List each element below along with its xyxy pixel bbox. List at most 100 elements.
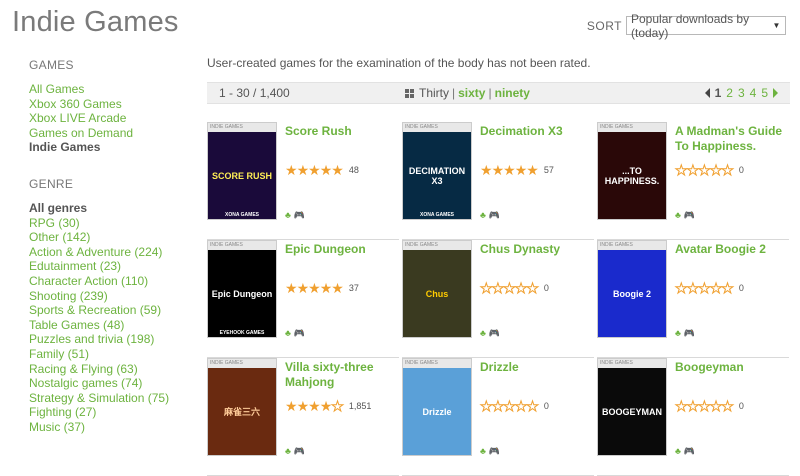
cover-art-text: Boogie 2 [612, 288, 651, 299]
sidebar-genre-item[interactable]: Family (51) [29, 347, 199, 362]
cover-publisher: EYEHOOK GAMES [219, 330, 265, 336]
sidebar-genre-item[interactable]: Edutainment (23) [29, 259, 199, 274]
platform-icons: ♣ 🎮 [480, 446, 500, 457]
cover-art-text: ...TO HAPPINESS. [604, 165, 660, 186]
pagination: 12345 [704, 86, 778, 100]
star-rating-icon: ★★★★★ [285, 280, 344, 296]
rating: ★★★★★ 1,851 [285, 398, 372, 414]
game-title-link[interactable]: Drizzle [480, 360, 592, 375]
sidebar-genre-item[interactable]: Music (37) [29, 420, 199, 435]
sidebar-games-item[interactable]: Xbox LIVE Arcade [29, 111, 199, 126]
cover-publisher: XONA GAMES [225, 212, 259, 218]
cover-publisher: XONA GAMES [420, 212, 454, 218]
game-cover[interactable]: INDIE GAMES 麻雀三六 [207, 358, 277, 456]
sidebar-games-item[interactable]: All Games [29, 82, 199, 97]
next-page-icon[interactable] [773, 88, 778, 98]
game-cover[interactable]: INDIE GAMES DECIMATION X3 XONA GAMES [402, 122, 472, 220]
sort-area: SORT Popular downloads by (today) ▼ [587, 12, 786, 40]
sidebar-genre-item[interactable]: Character Action (110) [29, 274, 199, 289]
cover-strip: INDIE GAMES [598, 123, 666, 132]
cover-art-text: 麻雀三六 [223, 407, 260, 417]
game-cover[interactable]: INDIE GAMES Boogie 2 [597, 240, 667, 338]
platform-icons: ♣ 🎮 [480, 210, 500, 221]
sidebar-genre-item[interactable]: Strategy & Simulation (75) [29, 391, 199, 406]
rating-count: 0 [738, 165, 744, 175]
sort-value: Popular downloads by (today) [631, 11, 750, 40]
view-sixty-link[interactable]: sixty [458, 86, 485, 100]
sidebar-genre-item[interactable]: All genres [29, 201, 199, 216]
page-link[interactable]: 4 [750, 86, 757, 100]
sidebar-games-item[interactable]: Games on Demand [29, 126, 199, 141]
game-title-link[interactable]: Boogeyman [675, 360, 787, 375]
star-rating-icon: ★★★★★ [285, 162, 344, 178]
game-tile: INDIE GAMES Epic Dungeon EYEHOOK GAMES Epic… [207, 240, 399, 358]
controller-icon: 🎮 [488, 328, 501, 338]
page-link[interactable]: 5 [761, 86, 768, 100]
sidebar-games-item[interactable]: Indie Games [29, 140, 199, 155]
game-cover[interactable]: INDIE GAMES Chus [402, 240, 472, 338]
platform-icons: ♣ 🎮 [285, 446, 305, 457]
cover-strip: INDIE GAMES [208, 359, 276, 368]
view-thirty: Thirty [419, 86, 449, 100]
game-tile: INDIE GAMES Chus Chus Dynasty ★★★★★ 0 ♣ 🎮 [402, 240, 594, 358]
view-ninety-link[interactable]: ninety [495, 86, 530, 100]
sidebar-genre-item[interactable]: Shooting (239) [29, 289, 199, 304]
avatar-icon: ♣ [480, 446, 486, 456]
sort-dropdown[interactable]: Popular downloads by (today) ▼ [626, 12, 786, 40]
rating: ★★★★★ 0 [675, 163, 744, 178]
platform-icons: ♣ 🎮 [480, 328, 500, 339]
controller-icon: 🎮 [488, 210, 501, 220]
rating: ★★★★★ 48 [285, 163, 359, 177]
cover-art-text: Chus [425, 288, 449, 299]
page-link[interactable]: 3 [738, 86, 745, 100]
cover-strip: INDIE GAMES [403, 123, 471, 132]
avatar-icon: ♣ [675, 446, 681, 456]
sidebar-genre-item[interactable]: Fighting (27) [29, 405, 199, 420]
chevron-down-icon: ▼ [772, 21, 781, 30]
prev-page-icon[interactable] [704, 88, 710, 98]
rating: ★★★★★ 0 [675, 280, 744, 296]
page-link[interactable]: 2 [726, 86, 733, 100]
game-title-link[interactable]: A Madman's Guide To Happiness. [675, 124, 787, 154]
game-cover[interactable]: INDIE GAMES SCORE RUSH XONA GAMES [207, 122, 277, 220]
game-title-link[interactable]: Villa sixty-three Mahjong [285, 360, 397, 390]
star-rating-icon: ★★★★★ [675, 280, 735, 296]
rating: ★★★★★ 37 [285, 281, 359, 295]
game-cover[interactable]: INDIE GAMES ...TO HAPPINESS. [597, 122, 667, 220]
games-heading: GAMES [29, 58, 74, 72]
cover-strip: INDIE GAMES [598, 359, 666, 368]
avatar-icon: ♣ [675, 328, 681, 338]
game-tile: INDIE GAMES 麻雀三六 Villa sixty-three Mahjong… [207, 358, 399, 476]
sidebar-genre-item[interactable]: Racing & Flying (63) [29, 362, 199, 377]
sidebar-genre-item[interactable]: Other (142) [29, 230, 199, 245]
sidebar-genre-item[interactable]: Nostalgic games (74) [29, 376, 199, 391]
game-title-link[interactable]: Score Rush [285, 124, 397, 139]
sidebar-genre-item[interactable]: Table Games (48) [29, 318, 199, 333]
sidebar-genre-item[interactable]: Action & Adventure (224) [29, 245, 199, 260]
star-rating-icon: ★★★★★ [285, 398, 344, 414]
star-rating-icon: ★★★★★ [480, 280, 540, 296]
page-link[interactable]: 1 [715, 86, 722, 100]
game-cover[interactable]: INDIE GAMES Epic Dungeon EYEHOOK GAMES [207, 240, 277, 338]
cover-strip: INDIE GAMES [208, 123, 276, 132]
rating-count: 1,851 [348, 401, 372, 411]
sidebar-games-item[interactable]: Xbox 360 Games [29, 97, 199, 112]
star-rating-icon: ★★★★★ [675, 398, 735, 414]
rating: ★★★★★ 0 [480, 399, 549, 414]
game-title-link[interactable]: Epic Dungeon [285, 242, 397, 257]
game-title-link[interactable]: Chus Dynasty [480, 242, 592, 257]
game-title-link[interactable]: Decimation X3 [480, 124, 592, 139]
sidebar-genre-item[interactable]: Sports & Recreation (59) [29, 303, 199, 318]
game-cover[interactable]: INDIE GAMES BOOGEYMAN [597, 358, 667, 456]
rating: ★★★★★ 57 [480, 163, 554, 177]
game-title-link[interactable]: Avatar Boogie 2 [675, 242, 787, 257]
avatar-icon: ♣ [285, 446, 291, 456]
rating: ★★★★★ 0 [480, 280, 549, 296]
sidebar-genre-item[interactable]: Puzzles and trivia (198) [29, 332, 199, 347]
sidebar-genre-item[interactable]: RPG (30) [29, 216, 199, 231]
genre-heading: GENRE [29, 176, 74, 191]
game-cover[interactable]: INDIE GAMES Drizzle [402, 358, 472, 456]
controller-icon: 🎮 [293, 210, 306, 220]
view-separator: | [488, 86, 492, 100]
rating-notice: User-created games for the examination o… [207, 56, 591, 70]
